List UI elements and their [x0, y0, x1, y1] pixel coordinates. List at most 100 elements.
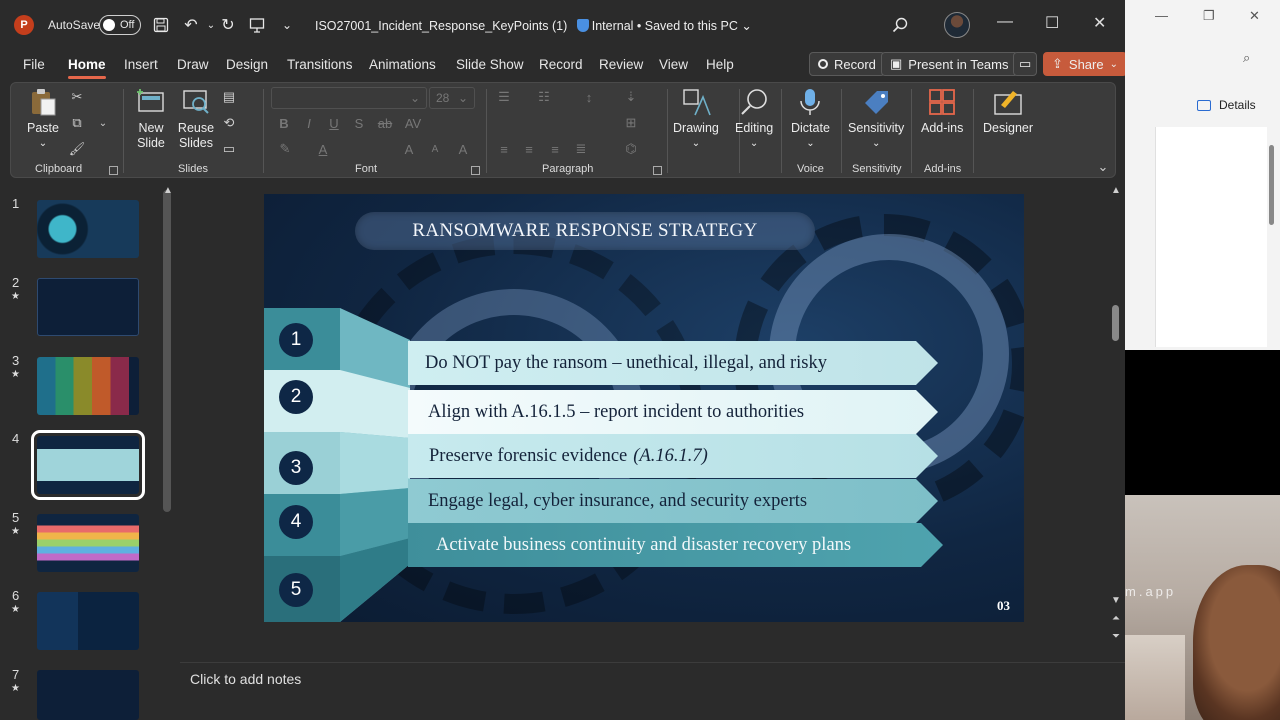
dialog-launcher-icon[interactable]: [109, 166, 118, 175]
close-icon[interactable]: ✕: [1093, 13, 1106, 33]
layout-icon[interactable]: ▤: [221, 89, 237, 105]
dialog-launcher-icon[interactable]: [471, 166, 480, 175]
next-slide-icon[interactable]: ⏷: [1108, 628, 1124, 644]
scroll-down-icon[interactable]: ▼: [1108, 592, 1124, 608]
designer-button[interactable]: Designer: [983, 87, 1033, 136]
slide-thumbnail-3[interactable]: [37, 357, 139, 415]
tab-view[interactable]: View: [659, 57, 688, 72]
scroll-up-icon[interactable]: ▲: [1108, 182, 1124, 198]
section-icon[interactable]: ▭: [221, 141, 237, 157]
smartart-icon[interactable]: ⌬: [623, 141, 639, 157]
chevron-down-icon[interactable]: ⌄: [95, 115, 111, 131]
dialog-launcher-icon[interactable]: [653, 166, 662, 175]
shadow-icon[interactable]: S: [351, 115, 367, 131]
clear-formatting-icon[interactable]: A: [455, 141, 471, 157]
search-icon[interactable]: ⌕: [1243, 50, 1250, 66]
format-painter-icon[interactable]: 🖌: [69, 141, 86, 157]
drawing-button[interactable]: Drawing ⌄: [673, 87, 719, 151]
underline-icon[interactable]: U: [326, 115, 342, 131]
sensitivity-button[interactable]: Sensitivity ⌄: [848, 87, 904, 151]
customize-toolbar-icon[interactable]: ⌄: [276, 14, 298, 36]
item-text: Activate business continuity and disaste…: [436, 534, 852, 555]
comments-button[interactable]: ▭: [1013, 52, 1037, 76]
restore-icon[interactable]: ❐: [1203, 8, 1215, 24]
autosave-toggle[interactable]: Off: [99, 15, 141, 35]
tab-slide-show[interactable]: Slide Show: [456, 57, 524, 72]
line-spacing-icon[interactable]: ↕: [581, 89, 597, 105]
search-icon[interactable]: [889, 14, 911, 36]
thumb-number: 6: [12, 588, 20, 603]
editing-button[interactable]: Editing ⌄: [735, 87, 773, 151]
previous-slide-icon[interactable]: ⏶: [1108, 610, 1124, 626]
font-color-icon[interactable]: A: [315, 141, 331, 157]
current-slide[interactable]: RANSOMWARE RESPONSE STRATEGY 1 2 3 4 5 D…: [264, 194, 1024, 622]
scroll-up-icon[interactable]: ▲: [160, 182, 176, 198]
bold-icon[interactable]: B: [276, 115, 292, 131]
person-silhouette: [1193, 565, 1280, 720]
notes-placeholder: Click to add notes: [190, 671, 302, 687]
tab-transitions[interactable]: Transitions: [287, 57, 353, 72]
thumbnails-scrollbar[interactable]: [163, 190, 171, 512]
addins-button[interactable]: Add-ins: [921, 87, 963, 136]
slide-thumbnail-6[interactable]: [37, 592, 139, 650]
save-icon[interactable]: [150, 14, 172, 36]
present-in-teams-button[interactable]: ▣ Present in Teams: [881, 52, 1018, 76]
increase-font-icon[interactable]: A: [401, 141, 417, 157]
redo-icon[interactable]: ↻: [217, 14, 239, 36]
document-title[interactable]: ISO27001_Incident_Response_KeyPoints (1)…: [315, 18, 752, 33]
present-from-start-icon[interactable]: [246, 14, 268, 36]
font-name-dropdown[interactable]: ⌄: [271, 87, 427, 109]
background-window-scrollbar[interactable]: [1269, 145, 1274, 225]
notes-pane[interactable]: Click to add notes: [180, 662, 1125, 720]
details-button[interactable]: Details: [1197, 98, 1256, 112]
copy-icon[interactable]: ⧉: [69, 115, 85, 131]
tab-record[interactable]: Record: [539, 57, 583, 72]
minimize-icon[interactable]: —: [997, 13, 1013, 31]
record-button[interactable]: Record: [809, 52, 885, 76]
italic-icon[interactable]: I: [301, 115, 317, 131]
tab-home[interactable]: Home: [68, 57, 106, 79]
tab-draw[interactable]: Draw: [177, 57, 209, 72]
editor-scrollbar-thumb[interactable]: [1112, 305, 1119, 341]
strikethrough-icon[interactable]: ab: [377, 115, 393, 131]
new-slide-button[interactable]: New Slide: [131, 87, 171, 151]
numbering-icon[interactable]: ☷: [536, 89, 552, 105]
tab-file[interactable]: File: [23, 57, 45, 72]
close-icon[interactable]: ✕: [1249, 8, 1260, 24]
text-direction-icon[interactable]: ⇣: [623, 89, 639, 105]
sensitivity-label: Internal: [591, 19, 634, 33]
reuse-slides-button[interactable]: Reuse Slides: [176, 87, 216, 151]
reset-icon[interactable]: ⟲: [221, 115, 237, 131]
decrease-font-icon[interactable]: A: [427, 141, 443, 157]
dictate-button[interactable]: Dictate ⌄: [791, 87, 830, 151]
slide-thumbnail-1[interactable]: [37, 200, 139, 258]
slide-thumbnail-7[interactable]: [37, 670, 139, 720]
align-right-icon[interactable]: ≡: [547, 141, 563, 157]
collapse-ribbon-icon[interactable]: ⌄: [1095, 159, 1111, 175]
align-left-icon[interactable]: ≡: [496, 141, 512, 157]
slide-thumbnail-5[interactable]: [37, 514, 139, 572]
justify-icon[interactable]: ≣: [573, 141, 589, 157]
share-button[interactable]: ⇪ Share ⌄: [1043, 52, 1125, 76]
chevron-down-icon: ⌄: [806, 138, 815, 149]
font-size-dropdown[interactable]: 28 ⌄: [429, 87, 475, 109]
cut-icon[interactable]: ✂: [69, 89, 85, 105]
maximize-icon[interactable]: ☐: [1045, 13, 1059, 33]
character-spacing-icon[interactable]: AV: [405, 115, 421, 131]
bullets-icon[interactable]: ☰: [496, 89, 512, 105]
tab-review[interactable]: Review: [599, 57, 643, 72]
align-center-icon[interactable]: ≡: [521, 141, 537, 157]
slide-thumbnail-2[interactable]: [37, 278, 139, 336]
paste-button[interactable]: Paste ⌄: [27, 87, 59, 151]
minimize-icon[interactable]: —: [1155, 8, 1168, 23]
highlighter-icon[interactable]: ✎: [277, 141, 293, 157]
tab-design[interactable]: Design: [226, 57, 268, 72]
slide-thumbnail-4[interactable]: [31, 430, 145, 500]
tab-animations[interactable]: Animations: [369, 57, 436, 72]
clipboard-group-label: Clipboard: [35, 163, 83, 175]
avatar[interactable]: [944, 12, 970, 38]
align-text-icon[interactable]: ⊞: [623, 115, 639, 131]
tab-insert[interactable]: Insert: [124, 57, 158, 72]
tab-help[interactable]: Help: [706, 57, 734, 72]
undo-icon[interactable]: ↶: [180, 14, 202, 36]
